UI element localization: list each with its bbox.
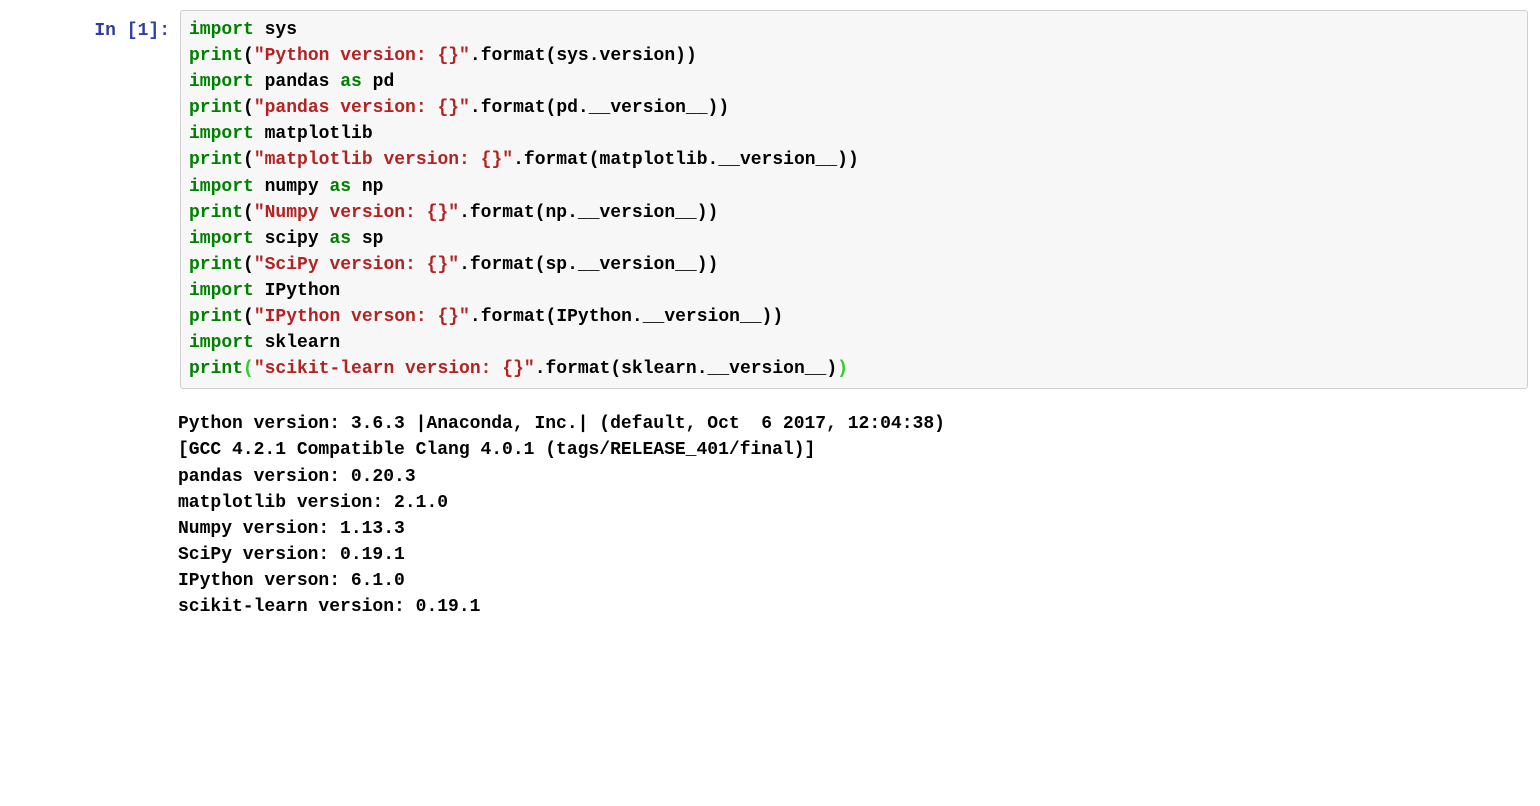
output-line-3: pandas version: 0.20.3: [178, 464, 1520, 490]
output-line-6: SciPy version: 0.19.1: [178, 542, 1520, 568]
output-line-4: matplotlib version: 2.1.0: [178, 490, 1520, 516]
code-line-5: import matplotlib: [189, 121, 1519, 147]
output-line-2: [GCC 4.2.1 Compatible Clang 4.0.1 (tags/…: [178, 437, 1520, 463]
output-prompt-spacer: [0, 411, 170, 620]
code-line-7: import numpy as np: [189, 174, 1519, 200]
output-line-5: Numpy version: 1.13.3: [178, 516, 1520, 542]
code-line-8: print("Numpy version: {}".format(np.__ve…: [189, 200, 1519, 226]
cell-output-area: Python version: 3.6.3 |Anaconda, Inc.| (…: [170, 411, 1528, 620]
notebook-cell: In [1]: import sys print("Python version…: [0, 0, 1540, 399]
code-line-3: import pandas as pd: [189, 69, 1519, 95]
code-line-12: print("IPython verson: {}".format(IPytho…: [189, 304, 1519, 330]
output-line-8: scikit-learn version: 0.19.1: [178, 594, 1520, 620]
code-line-13: import sklearn: [189, 330, 1519, 356]
prompt-bracket-open: [: [127, 21, 138, 41]
prompt-in-label: In: [94, 21, 116, 41]
code-line-10: print("SciPy version: {}".format(sp.__ve…: [189, 252, 1519, 278]
output-line-1: Python version: 3.6.3 |Anaconda, Inc.| (…: [178, 411, 1520, 437]
code-line-11: import IPython: [189, 278, 1519, 304]
code-line-9: import scipy as sp: [189, 226, 1519, 252]
prompt-space: [116, 21, 127, 41]
code-line-14: print("scikit-learn version: {}".format(…: [189, 356, 1519, 382]
code-line-6: print("matplotlib version: {}".format(ma…: [189, 147, 1519, 173]
prompt-bracket-close: ]:: [148, 21, 170, 41]
output-line-7: IPython verson: 6.1.0: [178, 568, 1520, 594]
input-prompt: In [1]:: [0, 10, 180, 389]
code-line-1: import sys: [189, 17, 1519, 43]
output-row: Python version: 3.6.3 |Anaconda, Inc.| (…: [0, 399, 1540, 620]
code-line-4: print("pandas version: {}".format(pd.__v…: [189, 95, 1519, 121]
prompt-number: 1: [138, 21, 149, 41]
code-input-area[interactable]: import sys print("Python version: {}".fo…: [180, 10, 1528, 389]
code-line-2: print("Python version: {}".format(sys.ve…: [189, 43, 1519, 69]
